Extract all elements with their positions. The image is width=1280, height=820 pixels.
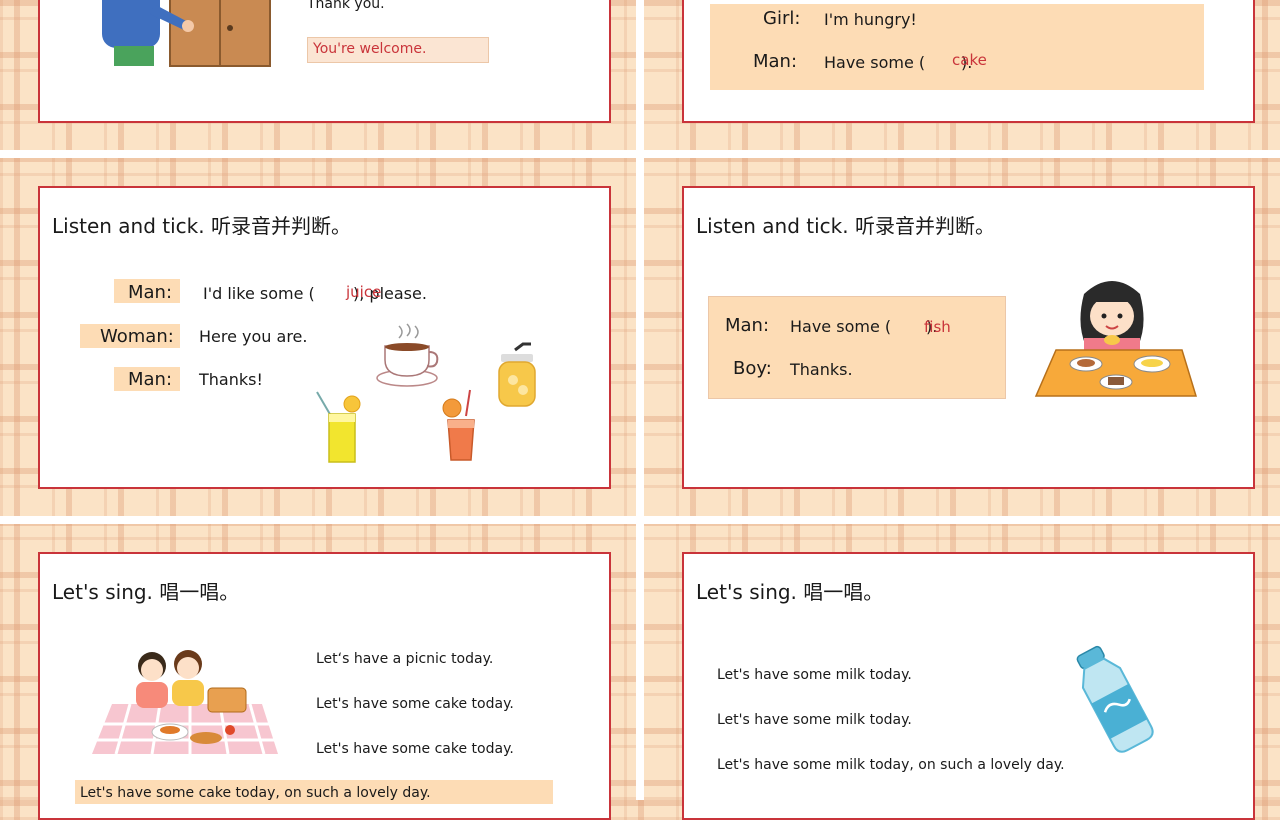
slide-title: Let's sing. 唱一唱。 <box>52 580 240 604</box>
song-line-1: Let's have some milk today. <box>717 667 912 683</box>
song-line-3: Let's have some cake today. <box>316 741 514 757</box>
line-here-you-are: Here you are. <box>199 327 308 346</box>
juice-glass-icon <box>498 342 536 407</box>
answer-cake: cake <box>952 51 987 69</box>
speaker-boy: Boy: <box>733 358 772 379</box>
speaker-girl: Girl: <box>763 8 801 29</box>
slide-thumbnail-5[interactable]: Let's sing. 唱一唱。 Let‘s have a picnic tod… <box>38 552 611 820</box>
slide-thumbnail-2[interactable]: Girl: I'm hungry! Man: Have some ( ). ca… <box>682 0 1255 123</box>
speaker-man: Man: <box>128 369 173 390</box>
slide-title: Let's sing. 唱一唱。 <box>696 580 884 604</box>
juice-glass-icon <box>442 389 475 461</box>
line-like-some: I'd like some ( <box>203 284 315 303</box>
speaker-man: Man: <box>725 315 770 336</box>
slide-thumbnail-3[interactable]: Listen and tick. 听录音并判断。 Man: I'd like s… <box>38 186 611 489</box>
speaker-man: Man: <box>753 51 798 72</box>
answer-welcome: You're welcome. <box>313 41 427 57</box>
juice-glass-icon <box>316 391 361 463</box>
song-line-2: Let's have some cake today. <box>316 696 514 712</box>
dialogue-panel <box>708 296 1006 399</box>
song-line-4: Let's have some cake today, on such a lo… <box>80 785 431 801</box>
line-thank-you: Thank you. <box>307 0 385 12</box>
slide-gap-row2 <box>0 516 1280 524</box>
milk-bottle-icon <box>1076 645 1154 753</box>
line-hungry: I'm hungry! <box>824 10 917 29</box>
answer-fish: fish <box>924 318 951 336</box>
coffee-cup-icon <box>376 323 439 387</box>
slide-gap-row1 <box>0 150 1280 158</box>
speaker-woman: Woman: <box>100 326 174 347</box>
picnic-kids-illustration <box>92 650 278 755</box>
slide-thumbnail-1[interactable]: Thank you. You're welcome. <box>38 0 611 123</box>
slide-title: Listen and tick. 听录音并判断。 <box>52 214 351 238</box>
girl-eating-illustration <box>1034 281 1198 397</box>
slide-thumbnail-6[interactable]: Let's sing. 唱一唱。 Let's have some milk to… <box>682 552 1255 820</box>
song-line-2: Let's have some milk today. <box>717 712 912 728</box>
slide-gap-vertical <box>636 0 644 800</box>
slide-title: Listen and tick. 听录音并判断。 <box>696 214 995 238</box>
song-line-3: Let's have some milk today, on such a lo… <box>717 757 1065 773</box>
line-have-some: Have some ( <box>824 53 926 72</box>
speaker-man: Man: <box>128 282 173 303</box>
slide-thumbnail-4[interactable]: Listen and tick. 听录音并判断。 Man: Have some … <box>682 186 1255 489</box>
song-line-1: Let‘s have a picnic today. <box>316 651 494 667</box>
line-have-some: Have some ( <box>790 317 892 336</box>
line-thanks: Thanks! <box>199 370 263 389</box>
answer-juice: juice <box>346 283 382 301</box>
line-thanks: Thanks. <box>790 360 853 379</box>
boy-at-door-illustration <box>102 0 271 67</box>
